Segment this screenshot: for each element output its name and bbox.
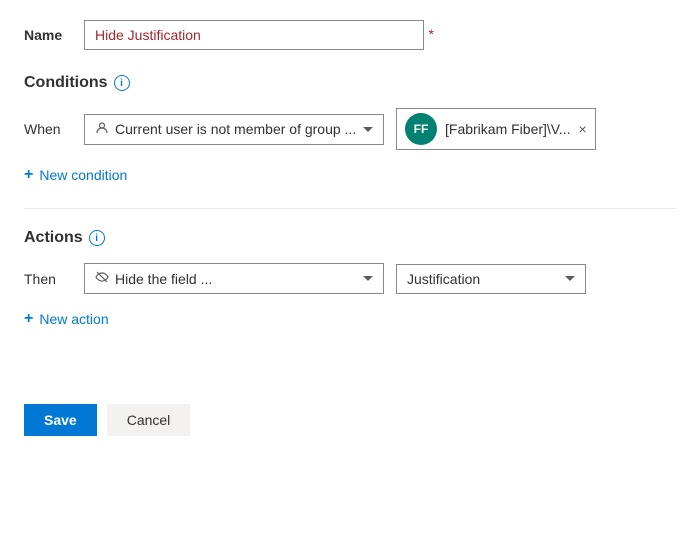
condition-dropdown[interactable]: Current user is not member of group ... [84,114,384,145]
actions-header: Actions i [24,229,676,247]
justification-dropdown-text: Justification [407,271,559,287]
group-chip: FF [Fabrikam Fiber]\V... × [396,108,596,150]
actions-info-icon[interactable]: i [89,230,105,246]
actions-section: Actions i Then Hide the field ... Justif… [24,229,676,332]
conditions-section: Conditions i When Current user is not me… [24,74,676,188]
required-star: * [429,26,434,42]
new-condition-row[interactable]: + New condition [24,162,676,188]
name-input-wrapper: * [84,20,424,50]
person-icon [95,121,109,138]
name-section: Name * [24,20,676,50]
ff-badge: FF [405,113,437,145]
then-label: Then [24,271,72,287]
name-label: Name [24,27,84,43]
buttons-row: Save Cancel [24,404,676,436]
condition-dropdown-chevron [363,127,373,132]
new-action-plus-icon: + [24,310,33,328]
action-dropdown-chevron [363,276,373,281]
hide-field-icon [95,270,109,287]
condition-dropdown-text: Current user is not member of group ... [115,121,357,137]
conditions-info-icon[interactable]: i [114,75,130,91]
save-button[interactable]: Save [24,404,97,436]
action-row: Then Hide the field ... Justification [24,263,676,294]
when-label: When [24,121,72,137]
group-chip-close[interactable]: × [579,122,587,136]
group-tag-text: [Fabrikam Fiber]\V... [445,121,571,137]
justification-dropdown[interactable]: Justification [396,264,586,294]
divider [24,208,676,209]
new-action-row[interactable]: + New action [24,306,676,332]
action-dropdown[interactable]: Hide the field ... [84,263,384,294]
action-dropdown-text: Hide the field ... [115,271,357,287]
new-action-label: New action [39,311,108,327]
justification-dropdown-chevron [565,276,575,281]
new-condition-label: New condition [39,167,127,183]
conditions-title: Conditions [24,74,108,92]
name-input[interactable] [84,20,424,50]
plus-icon: + [24,166,33,184]
cancel-button[interactable]: Cancel [107,404,191,436]
cursor-area [24,332,676,372]
conditions-header: Conditions i [24,74,676,92]
condition-row: When Current user is not member of group… [24,108,676,150]
actions-title: Actions [24,229,83,247]
